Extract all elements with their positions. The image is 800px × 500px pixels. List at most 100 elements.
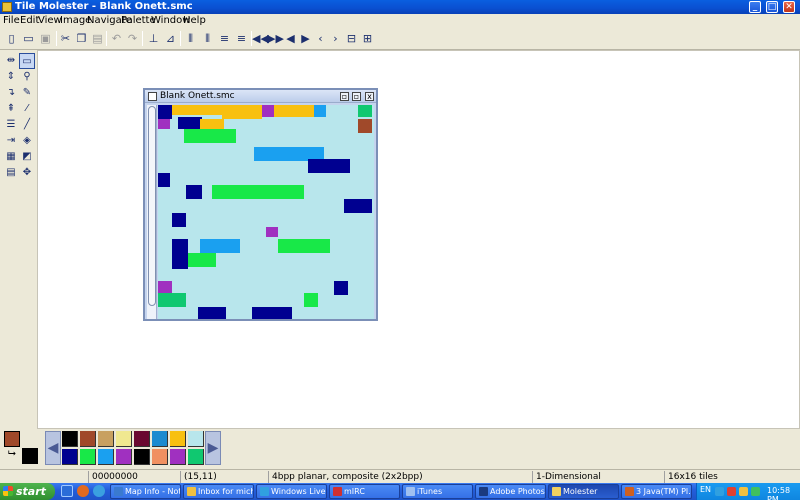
taskbar-task[interactable]: iTunes bbox=[402, 484, 473, 499]
network-icon[interactable] bbox=[715, 487, 724, 496]
tile-block bbox=[188, 253, 216, 267]
flip-icon[interactable]: ⊥ bbox=[145, 30, 162, 47]
palette-swatch[interactable] bbox=[80, 449, 96, 465]
save-icon[interactable]: ▣ bbox=[37, 30, 54, 47]
open-folder-icon[interactable]: ▭ bbox=[20, 30, 37, 47]
palette-swatch[interactable] bbox=[152, 449, 168, 465]
redo-icon[interactable]: ↷ bbox=[124, 30, 141, 47]
palette-swatch[interactable] bbox=[188, 449, 204, 465]
task-app-icon bbox=[187, 487, 196, 496]
palette-swatch[interactable] bbox=[62, 431, 78, 447]
menu-view[interactable]: View bbox=[38, 15, 62, 26]
selection-icon[interactable]: ▭ bbox=[19, 53, 35, 69]
paste-icon[interactable]: ▤ bbox=[89, 30, 106, 47]
palette-swatch[interactable] bbox=[116, 449, 132, 465]
tile-block bbox=[344, 199, 372, 213]
palette-prev-button[interactable]: ◀ bbox=[45, 431, 61, 465]
taskbar-task[interactable]: Map Info - Not... bbox=[110, 484, 181, 499]
palette-swatch[interactable] bbox=[134, 431, 150, 447]
tile-block bbox=[158, 105, 172, 119]
toolbar: ▯ ▭ ▣ ✂ ❐ ▤ ↶ ↷ ⊥ ⊿ ⫴ ⫴ ≡ ≡ ◀◀ ▶▶ ◀ ▶ ‹ … bbox=[0, 28, 800, 50]
firefox-icon[interactable] bbox=[77, 485, 89, 497]
language-indicator[interactable]: EN bbox=[700, 485, 711, 494]
replace-color-icon[interactable]: ◩ bbox=[19, 149, 35, 165]
palette-next-button[interactable]: ▶ bbox=[205, 431, 221, 465]
swap-colors-icon[interactable]: ⮡ bbox=[8, 449, 20, 461]
move-vertical-icon[interactable]: ⇕ bbox=[3, 69, 19, 85]
line-icon[interactable]: ╱ bbox=[19, 117, 35, 133]
taskbar-task[interactable]: Molester bbox=[548, 484, 619, 499]
scissors-icon[interactable]: ✂ bbox=[57, 30, 74, 47]
shift-down-icon[interactable]: ↴ bbox=[3, 85, 19, 101]
fill-icon[interactable]: ◈ bbox=[19, 133, 35, 149]
tile-block bbox=[158, 293, 186, 307]
document-maximize-button[interactable]: ▫ bbox=[352, 92, 361, 101]
palette-swatch[interactable] bbox=[98, 431, 114, 447]
menu-file[interactable]: File bbox=[3, 15, 20, 26]
foreground-color-swatch[interactable] bbox=[4, 431, 20, 447]
byte-back-icon[interactable]: ⊟ bbox=[343, 30, 360, 47]
security-icon[interactable] bbox=[727, 487, 736, 496]
task-label: mIRC bbox=[344, 487, 365, 496]
table-icon[interactable]: ▤ bbox=[3, 165, 19, 181]
maximize-button[interactable]: □ bbox=[766, 1, 778, 13]
increase-cols-icon[interactable]: ⫴ bbox=[199, 30, 216, 47]
tile-list-icon[interactable]: ☰ bbox=[3, 117, 19, 133]
taskbar-task[interactable]: Inbox for micha... bbox=[183, 484, 254, 499]
shift-up-icon[interactable]: ⇞ bbox=[3, 101, 19, 117]
palette-swatch[interactable] bbox=[80, 431, 96, 447]
task-label: Inbox for micha... bbox=[198, 487, 254, 496]
windows-logo-icon bbox=[3, 486, 13, 496]
new-file-icon[interactable]: ▯ bbox=[3, 30, 20, 47]
document-window: Blank Onett.smc ▫ ▫ x bbox=[143, 88, 378, 321]
app-icon bbox=[2, 2, 12, 12]
byte-forward-icon[interactable]: ⊞ bbox=[359, 30, 376, 47]
volume-icon[interactable] bbox=[739, 487, 748, 496]
task-label: iTunes bbox=[417, 487, 443, 496]
rotate-icon[interactable]: ⊿ bbox=[162, 30, 179, 47]
taskbar-task[interactable]: Adobe Photosh... bbox=[475, 484, 546, 499]
palette-swatch[interactable] bbox=[170, 449, 186, 465]
shift-right-icon[interactable]: ⇥ bbox=[3, 133, 19, 149]
taskbar-task[interactable]: 3 Java(TM) Pl... bbox=[621, 484, 692, 499]
update-icon[interactable] bbox=[751, 487, 760, 496]
tile-block bbox=[266, 227, 278, 237]
undo-icon[interactable]: ↶ bbox=[108, 30, 125, 47]
eyedropper-icon[interactable]: ⁄ bbox=[19, 101, 35, 117]
palette-swatch[interactable] bbox=[62, 449, 78, 465]
messenger-icon[interactable] bbox=[93, 485, 105, 497]
scroll-thumb[interactable] bbox=[148, 106, 156, 306]
move-horizontal-icon[interactable]: ⇹ bbox=[3, 53, 19, 69]
tile-forward-icon[interactable]: › bbox=[327, 30, 344, 47]
grid-icon[interactable]: ▦ bbox=[3, 149, 19, 165]
menu-help[interactable]: Help bbox=[183, 15, 206, 26]
start-button[interactable]: start bbox=[0, 483, 55, 500]
palette-swatch[interactable] bbox=[152, 431, 168, 447]
minimize-button[interactable]: _ bbox=[749, 1, 761, 13]
background-color-swatch[interactable] bbox=[22, 448, 38, 464]
zoom-icon[interactable]: ⚲ bbox=[19, 69, 35, 85]
show-desktop-icon[interactable] bbox=[61, 485, 73, 497]
palette-swatch[interactable] bbox=[98, 449, 114, 465]
document-titlebar[interactable]: Blank Onett.smc ▫ ▫ x bbox=[145, 90, 376, 103]
tile-block bbox=[252, 307, 292, 319]
copy-icon[interactable]: ❐ bbox=[73, 30, 90, 47]
palette-swatch[interactable] bbox=[116, 431, 132, 447]
document-minimize-button[interactable]: ▫ bbox=[340, 92, 349, 101]
decrease-cols-icon[interactable]: ⫴ bbox=[182, 30, 199, 47]
pencil-icon[interactable]: ✎ bbox=[19, 85, 35, 101]
palette-swatch[interactable] bbox=[134, 449, 150, 465]
taskbar-task[interactable]: mIRC bbox=[329, 484, 400, 499]
increase-rows-icon[interactable]: ≡ bbox=[233, 30, 250, 47]
palette-swatch[interactable] bbox=[170, 431, 186, 447]
close-button[interactable]: ✕ bbox=[783, 1, 795, 13]
tile-canvas[interactable] bbox=[158, 105, 374, 319]
decrease-rows-icon[interactable]: ≡ bbox=[216, 30, 233, 47]
document-close-button[interactable]: x bbox=[365, 92, 374, 101]
palette-swatch[interactable] bbox=[188, 431, 204, 447]
vertical-scrollbar[interactable] bbox=[147, 105, 157, 319]
task-app-icon bbox=[406, 487, 415, 496]
menu-edit[interactable]: Edit bbox=[20, 15, 39, 26]
move-icon[interactable]: ✥ bbox=[19, 165, 35, 181]
taskbar-task[interactable]: Windows Live ... bbox=[256, 484, 327, 499]
